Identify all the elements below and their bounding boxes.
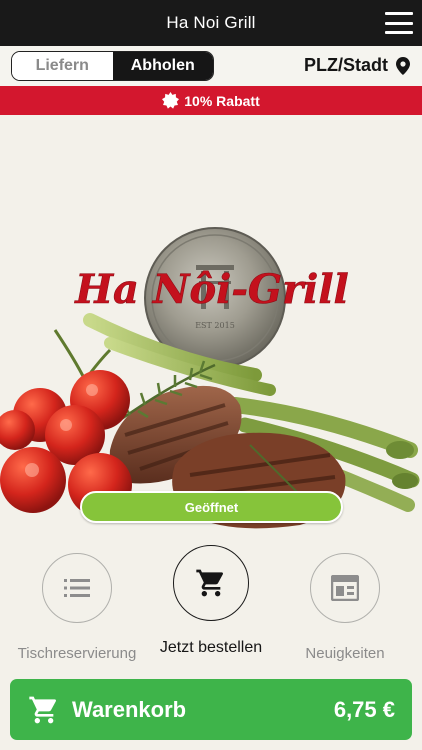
location-selector[interactable]: PLZ/Stadt bbox=[304, 55, 410, 76]
news-icon bbox=[331, 575, 359, 601]
app-title: Ha Noi Grill bbox=[166, 13, 256, 32]
action-table-reservation[interactable]: Tischreservierung bbox=[7, 535, 147, 662]
mode-option-liefern[interactable]: Liefern bbox=[12, 52, 113, 80]
hamburger-menu-icon[interactable] bbox=[385, 12, 413, 34]
svg-text:EST 2015: EST 2015 bbox=[195, 321, 235, 330]
opening-status-button[interactable]: Geöffnet bbox=[80, 491, 343, 523]
action-label: Jetzt bestellen bbox=[159, 639, 263, 656]
cart-icon bbox=[196, 569, 224, 597]
delivery-mode-toggle: Liefern Abholen bbox=[11, 51, 214, 81]
cart-button[interactable]: Warenkorb 6,75 € bbox=[10, 679, 412, 740]
hero-image: EST 2015 Ha Nôi-Grill Geöffnet bbox=[0, 115, 422, 535]
logo-script-text: Ha Nôi-Grill bbox=[74, 266, 349, 313]
order-mode-row: Liefern Abholen PLZ/Stadt bbox=[0, 46, 422, 86]
location-label: PLZ/Stadt bbox=[304, 55, 388, 75]
discount-text: 10% Rabatt bbox=[184, 92, 260, 109]
action-circle bbox=[42, 553, 112, 623]
list-icon bbox=[64, 579, 90, 597]
cherry-tomatoes bbox=[0, 329, 132, 517]
action-circle bbox=[310, 553, 380, 623]
action-label: Tischreservierung bbox=[17, 645, 137, 662]
cart-total: 6,75 € bbox=[333, 696, 395, 722]
badge-icon bbox=[162, 92, 180, 109]
map-pin-icon bbox=[396, 56, 410, 75]
app-header: Ha Noi Grill bbox=[0, 0, 422, 46]
action-label: Neuigkeiten bbox=[305, 645, 385, 662]
action-order-now[interactable]: Jetzt bestellen bbox=[141, 535, 281, 657]
action-news[interactable]: Neuigkeiten bbox=[275, 535, 415, 662]
cart-icon bbox=[29, 696, 57, 723]
discount-banner[interactable]: 10% Rabatt bbox=[0, 86, 422, 115]
mode-option-abholen[interactable]: Abholen bbox=[112, 52, 213, 80]
action-circle bbox=[173, 545, 249, 621]
quick-actions: Tischreservierung Jetzt bestellen Neuigk… bbox=[0, 535, 422, 665]
cart-label: Warenkorb bbox=[72, 696, 187, 722]
